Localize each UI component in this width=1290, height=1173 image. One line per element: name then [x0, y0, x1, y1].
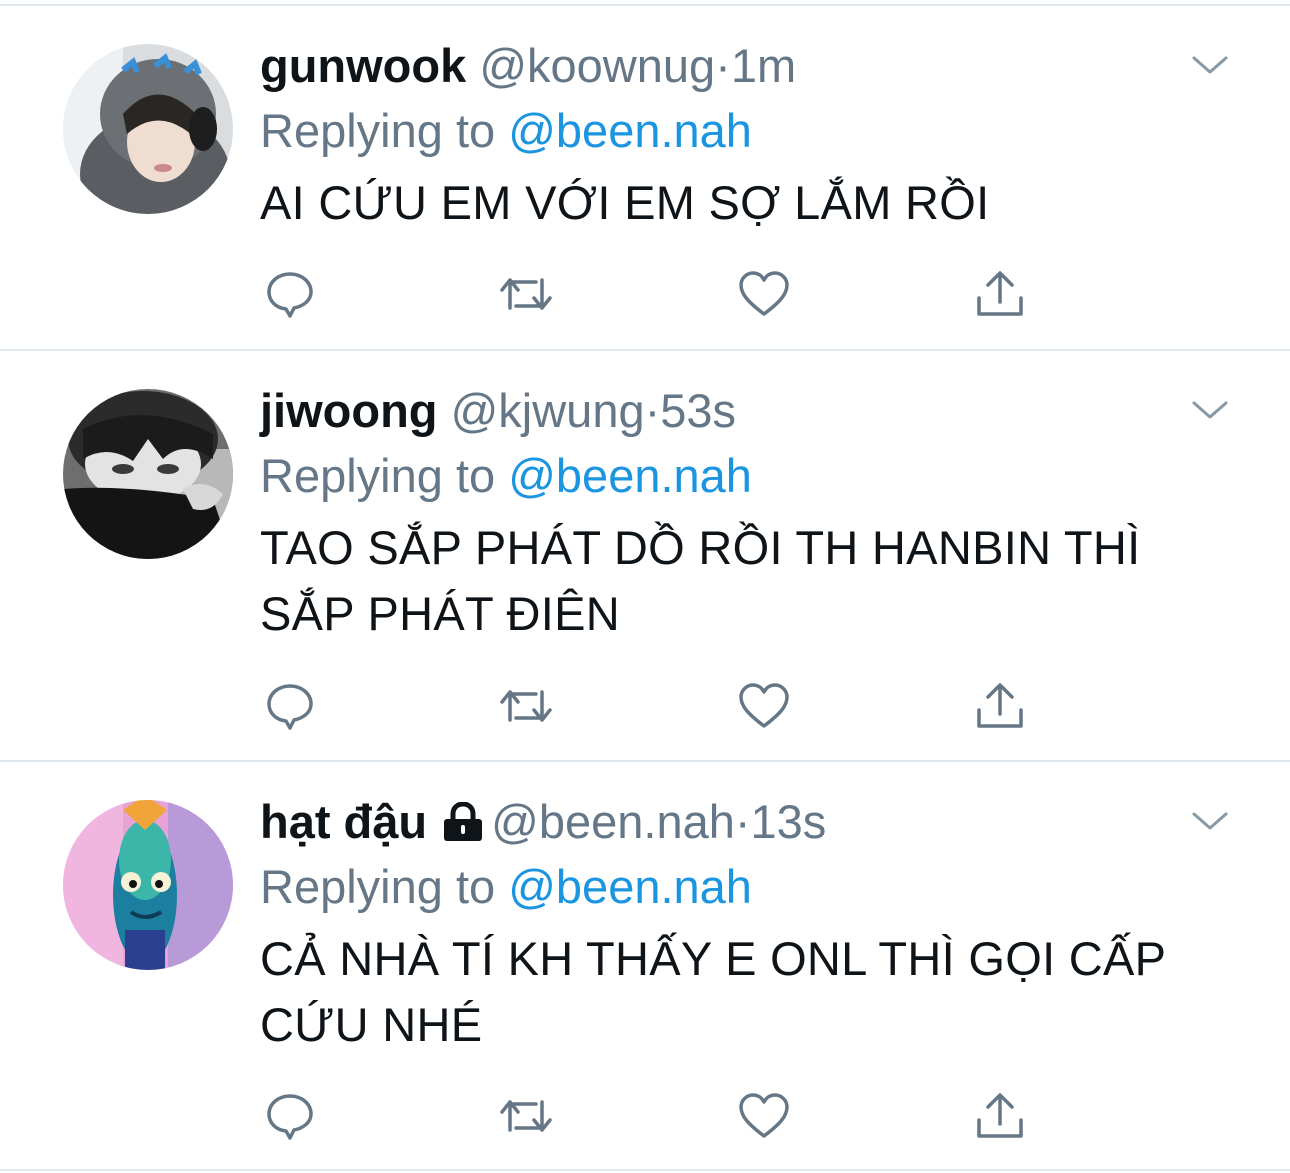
tweet-text: TAO SẮP PHÁT DỒ RỒI TH HANBIN THÌ SẮP PH…	[260, 521, 1141, 640]
timestamp[interactable]: 13s	[751, 795, 827, 848]
avatar[interactable]	[63, 44, 233, 214]
replying-to-link[interactable]: @been.nah	[508, 860, 752, 913]
replying-to-label: Replying to	[260, 860, 496, 913]
avatar[interactable]	[63, 800, 233, 970]
tweet-header: gunwook @koownug·1m	[260, 36, 1230, 96]
chevron-down-icon[interactable]	[1188, 50, 1232, 80]
tweet-header: hạt đậu @been.nah·13s	[260, 792, 1230, 852]
retweet-button[interactable]	[498, 1088, 554, 1144]
heart-icon	[739, 271, 789, 316]
replying-to: Replying to @been.nah	[260, 445, 1230, 507]
reply-icon	[267, 684, 313, 730]
handle[interactable]: @koownug	[479, 39, 715, 92]
share-button[interactable]	[972, 266, 1028, 322]
share-button[interactable]	[972, 1088, 1028, 1144]
like-button[interactable]	[736, 266, 792, 322]
retweet-icon	[500, 690, 552, 722]
retweet-button[interactable]	[498, 678, 554, 734]
handle[interactable]: @been.nah	[491, 795, 735, 848]
reply-icon	[267, 1094, 313, 1140]
separator: ·	[644, 384, 661, 437]
replying-to: Replying to @been.nah	[260, 856, 1230, 918]
share-button[interactable]	[972, 678, 1028, 734]
timestamp[interactable]: 53s	[660, 384, 736, 437]
like-button[interactable]	[736, 678, 792, 734]
tweet-reply[interactable]: jiwoong @kjwung·53s Replying to @been.na…	[0, 351, 1290, 762]
display-name[interactable]: hạt đậu	[260, 795, 427, 848]
handle[interactable]: @kjwung	[451, 384, 645, 437]
like-button[interactable]	[736, 1088, 792, 1144]
display-name[interactable]: gunwook	[260, 39, 466, 92]
heart-icon	[739, 683, 789, 728]
separator: ·	[734, 795, 751, 848]
chevron-down-icon[interactable]	[1188, 395, 1232, 425]
retweet-button[interactable]	[498, 266, 554, 322]
tweet-text: AI CỨU EM VỚI EM SỢ LẮM RỒI	[260, 176, 990, 229]
reply-button[interactable]	[262, 1088, 318, 1144]
heart-icon	[739, 1093, 789, 1138]
replying-to-label: Replying to	[260, 104, 496, 157]
replying-to-link[interactable]: @been.nah	[508, 104, 752, 157]
lock-icon	[444, 801, 483, 841]
reply-button[interactable]	[262, 678, 318, 734]
reply-button[interactable]	[262, 266, 318, 322]
retweet-icon	[500, 1100, 552, 1132]
timestamp[interactable]: 1m	[731, 39, 796, 92]
tweet-reply[interactable]: gunwook @koownug·1m Replying to @been.na…	[0, 0, 1290, 351]
replying-to: Replying to @been.nah	[260, 100, 1230, 162]
reply-icon	[267, 272, 313, 318]
separator: ·	[715, 39, 731, 92]
tweet-reply[interactable]: hạt đậu @been.nah·13s Replying to @been.…	[0, 762, 1290, 1173]
avatar[interactable]	[63, 389, 233, 559]
divider	[0, 1169, 1290, 1171]
share-icon	[977, 1093, 1023, 1138]
retweet-icon	[500, 278, 552, 310]
replying-to-link[interactable]: @been.nah	[508, 449, 752, 502]
tweet-text: CẢ NHÀ TÍ KH THẤY E ONL THÌ GỌI CẤP CỨU …	[260, 932, 1166, 1051]
share-icon	[977, 683, 1023, 728]
share-icon	[977, 271, 1023, 316]
chevron-down-icon[interactable]	[1188, 806, 1232, 836]
replying-to-label: Replying to	[260, 449, 496, 502]
tweet-header: jiwoong @kjwung·53s	[260, 381, 1230, 441]
display-name[interactable]: jiwoong	[260, 384, 438, 437]
